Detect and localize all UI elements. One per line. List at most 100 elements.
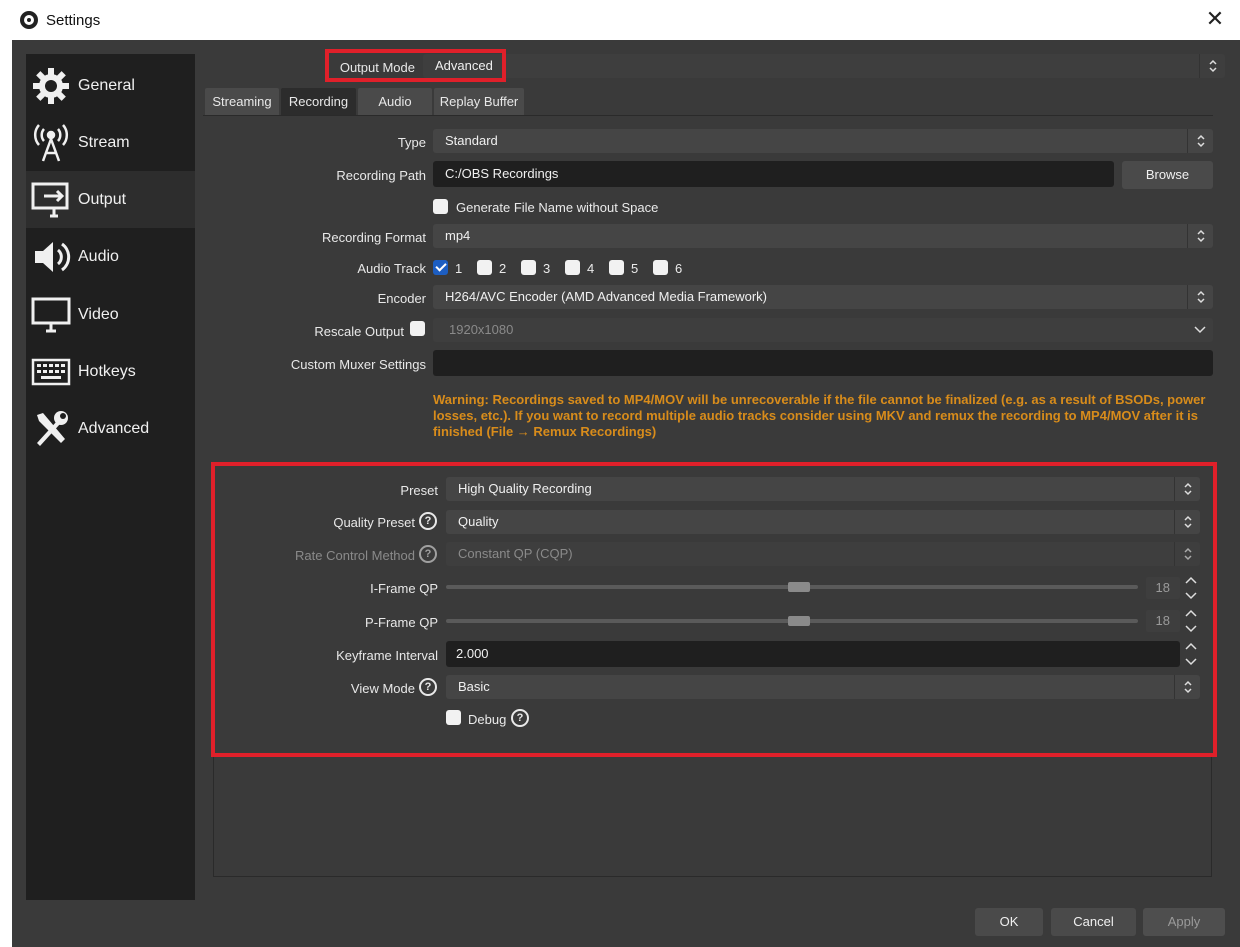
chevron-updown-icon [1174,510,1200,534]
output-mode-label: Output Mode [339,60,415,75]
quality-preset-select[interactable]: Quality [446,510,1200,534]
audio-track-5-label: 5 [631,261,639,276]
rescale-output-checkbox[interactable] [410,321,425,336]
custom-muxer-label: Custom Muxer Settings [290,357,426,372]
rescale-output-label: Rescale Output [314,324,404,339]
view-mode-value: Basic [458,679,490,694]
recording-path-label: Recording Path [336,168,426,183]
output-mode-value: Advanced [435,58,493,73]
chevron-updown-icon [1187,129,1213,153]
encoder-properties-empty-area [213,757,1212,877]
monitor-icon [30,294,72,336]
speaker-icon [30,236,72,278]
pframe-qp-value[interactable]: 18 [1146,610,1180,632]
encoder-select[interactable]: H264/AVC Encoder (AMD Advanced Media Fra… [433,285,1213,309]
audio-track-1-label: 1 [455,261,463,276]
audio-track-4-label: 4 [587,261,595,276]
quality-preset-value: Quality [458,514,499,529]
iframe-qp-value[interactable]: 18 [1146,577,1180,599]
rescale-resolution-value: 1920x1080 [449,322,514,337]
broadcast-icon [30,122,72,164]
generate-filename-checkbox[interactable] [433,199,448,214]
help-icon[interactable]: ? [511,709,529,727]
sidebar-item-label: Output [78,190,127,208]
audio-track-2-label: 2 [499,261,507,276]
tab-audio[interactable]: Audio [358,88,432,115]
settings-sidebar: General Stream Output Audio Video Hotkey… [26,54,195,900]
pframe-qp-stepper[interactable] [1182,607,1200,635]
rescale-resolution-select[interactable]: 1920x1080 [433,318,1213,342]
tab-recording[interactable]: Recording [281,88,356,115]
gear-icon [30,65,72,107]
title-bar: Settings ✕ [0,0,1240,40]
custom-muxer-input[interactable] [433,350,1213,376]
help-icon[interactable]: ? [419,512,437,530]
audio-track-3-label: 3 [543,261,551,276]
sidebar-item-general[interactable]: General [26,57,195,114]
output-monitor-icon [30,179,72,221]
type-select[interactable]: Standard [433,129,1213,153]
keyframe-interval-input[interactable]: 2.000 [446,641,1180,667]
tab-streaming[interactable]: Streaming [205,88,279,115]
cancel-button[interactable]: Cancel [1051,908,1136,936]
window-title: Settings [46,12,101,29]
tools-icon [30,408,72,450]
sidebar-item-audio[interactable]: Audio [26,228,195,285]
audio-track-2-checkbox[interactable] [477,260,492,275]
view-mode-select[interactable]: Basic [446,675,1200,699]
recording-path-input[interactable]: C:/OBS Recordings [433,161,1114,187]
sidebar-item-hotkeys[interactable]: Hotkeys [26,343,195,400]
recording-format-select[interactable]: mp4 [433,224,1213,248]
audio-track-6-label: 6 [675,261,683,276]
chevron-updown-icon [1187,224,1213,248]
output-mode-select[interactable]: Advanced [423,54,1225,78]
encoder-value: H264/AVC Encoder (AMD Advanced Media Fra… [445,289,767,304]
view-mode-label: View Mode [350,681,415,696]
sidebar-item-stream[interactable]: Stream [26,114,195,171]
audio-track-3-checkbox[interactable] [521,260,536,275]
sidebar-item-advanced[interactable]: Advanced [26,400,195,457]
chevron-updown-icon [1199,54,1225,78]
keyframe-interval-stepper[interactable] [1182,640,1200,668]
audio-track-1-checkbox[interactable] [433,260,448,275]
pframe-qp-slider-handle[interactable] [787,616,810,626]
audio-track-6-checkbox[interactable] [653,260,668,275]
help-icon[interactable]: ? [419,545,437,563]
help-icon[interactable]: ? [419,678,437,696]
chevron-updown-icon [1174,675,1200,699]
debug-checkbox[interactable] [446,710,461,725]
audio-track-label: Audio Track [357,261,426,276]
sidebar-item-video[interactable]: Video [26,286,195,343]
mp4-warning-text: Warning: Recordings saved to MP4/MOV wil… [433,392,1206,439]
window-left-border [0,0,12,947]
ok-button[interactable]: OK [975,908,1043,936]
apply-button[interactable]: Apply [1143,908,1225,936]
browse-button[interactable]: Browse [1122,161,1213,189]
close-button[interactable]: ✕ [1202,6,1228,32]
recording-format-label: Recording Format [321,230,426,245]
obs-logo-icon [20,11,38,29]
iframe-qp-label: I-Frame QP [370,581,438,596]
rate-control-value: Constant QP (CQP) [458,546,573,561]
chevron-updown-icon [1174,477,1200,501]
tab-replay-buffer[interactable]: Replay Buffer [434,88,524,115]
recording-format-value: mp4 [445,228,471,243]
chevron-updown-icon [1187,285,1213,309]
sidebar-item-label: Video [78,305,119,323]
preset-label: Preset [400,483,438,498]
audio-track-4-checkbox[interactable] [565,260,580,275]
sidebar-item-label: Hotkeys [78,362,136,380]
generate-filename-label: Generate File Name without Space [456,200,659,215]
rate-control-select[interactable]: Constant QP (CQP) [446,542,1200,566]
pframe-qp-label: P-Frame QP [365,615,438,630]
preset-select[interactable]: High Quality Recording [446,477,1200,501]
chevron-down-icon [1187,318,1213,342]
debug-label: Debug [468,712,507,727]
iframe-qp-slider-handle[interactable] [787,582,810,592]
audio-track-5-checkbox[interactable] [609,260,624,275]
keyframe-interval-label: Keyframe Interval [336,648,438,663]
iframe-qp-stepper[interactable] [1182,574,1200,602]
sidebar-item-label: Stream [78,133,130,151]
sidebar-item-output[interactable]: Output [26,171,195,228]
sidebar-item-label: Advanced [78,419,150,437]
